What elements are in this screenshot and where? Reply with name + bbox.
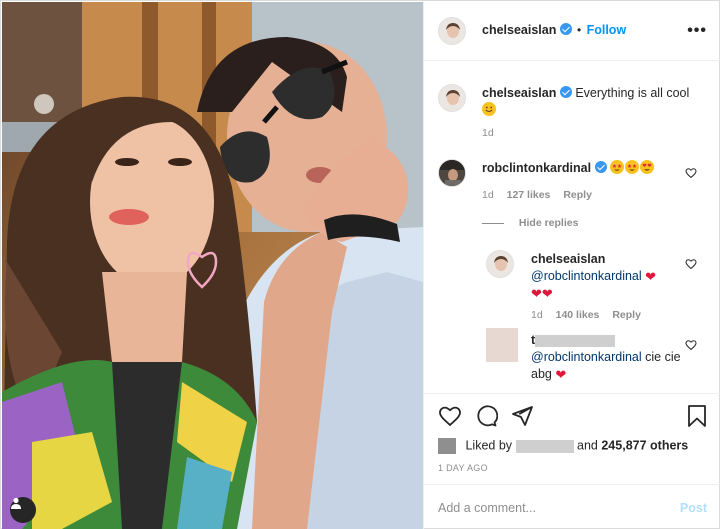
more-dots-icon: ••• [687, 22, 707, 39]
star-struck-emoji-icon [610, 160, 625, 174]
red-heart-emoji-icon: ❤ [555, 367, 567, 382]
liked-by-prefix: Liked by [465, 438, 513, 453]
comment-time[interactable]: 1d [482, 189, 494, 201]
verified-badge-icon [559, 23, 572, 35]
follow-separator: • [577, 23, 582, 37]
blurred-liker-name[interactable] [515, 439, 574, 453]
comment-bubble-icon[interactable] [474, 404, 498, 428]
reply-likes[interactable]: 140 likes [556, 309, 600, 321]
paper-plane-icon[interactable] [510, 404, 534, 428]
reply-like-heart-icon[interactable] [685, 258, 697, 270]
more-options-button[interactable]: ••• [687, 22, 707, 40]
reply-like-heart-icon[interactable] [685, 339, 697, 351]
header-user-line: chelseaislan • Follow [482, 23, 626, 37]
post-actions-bar: Liked by and 245,877 others 1 DAY AGO [424, 393, 720, 483]
comment-avatar[interactable] [438, 159, 466, 187]
avatar-image [439, 160, 465, 186]
reply-mention-link[interactable]: @robclintonkardinal [531, 350, 642, 364]
liked-by-conjunction: and [577, 438, 598, 453]
avatar-image [439, 85, 465, 111]
selfie-illustration [2, 2, 423, 529]
add-comment-bar: Add a comment... Post [424, 484, 720, 529]
blurred-avatar[interactable] [486, 328, 518, 362]
smiling-face-emoji-icon [482, 102, 496, 116]
header-username[interactable]: chelseaislan [482, 23, 556, 37]
bookmark-icon[interactable] [685, 404, 709, 428]
reply: t @robclintonkardinal cie cie abg ❤ [531, 332, 691, 383]
comment: robclintonkardinal [482, 160, 682, 177]
reply-meta: 1d 140 likes Reply [531, 309, 641, 321]
caption-time[interactable]: 1d [482, 127, 494, 139]
post-header: chelseaislan • Follow ••• [424, 2, 720, 61]
verified-badge-icon [559, 86, 572, 98]
liked-by-others[interactable]: 245,877 others [601, 438, 688, 452]
reply-mention-link[interactable]: @robclintonkardinal [531, 269, 642, 283]
post-side-panel: chelseaislan • Follow ••• chelseaislan E… [423, 2, 720, 529]
hide-replies-toggle[interactable]: Hide replies [482, 217, 578, 229]
avatar-image [439, 18, 465, 44]
comment-reply-button[interactable]: Reply [563, 189, 592, 201]
user-tag-icon [11, 497, 21, 509]
comments-section: chelseaislan Everything is all cool 1d r… [424, 62, 720, 392]
post-date[interactable]: 1 DAY AGO [438, 463, 488, 473]
comment-likes[interactable]: 127 likes [507, 189, 551, 201]
reply: chelseaislan @robclintonkardinal ❤ ❤❤ [531, 251, 691, 302]
instagram-post-frame: chelseaislan • Follow ••• chelseaislan E… [0, 0, 720, 529]
star-struck-emoji-icon [625, 160, 640, 174]
reply-avatar[interactable] [486, 250, 514, 278]
tag-people-button[interactable] [10, 497, 36, 523]
reply-time[interactable]: 1d [531, 309, 543, 321]
comment-username[interactable]: robclintonkardinal [482, 161, 591, 175]
comment-meta: 1d 127 likes Reply [482, 189, 592, 201]
heart-outline-icon[interactable] [438, 404, 462, 428]
red-heart-emoji-icon: ❤ [645, 269, 657, 284]
post-comment-button[interactable]: Post [680, 501, 707, 515]
avatar-image [487, 251, 513, 277]
caption-username[interactable]: chelseaislan [482, 86, 556, 100]
comment-like-heart-icon[interactable] [685, 167, 697, 179]
caption-text: Everything is all cool [575, 86, 690, 100]
hide-replies-line [482, 222, 504, 224]
hide-replies-label: Hide replies [518, 217, 579, 229]
heart-eyes-emoji-icon [640, 160, 655, 174]
avatar[interactable] [438, 17, 466, 45]
follow-button[interactable]: Follow [587, 23, 627, 37]
red-heart-emoji-icon: ❤ [531, 286, 542, 301]
liker-avatar[interactable] [438, 438, 456, 454]
post-photo[interactable] [2, 2, 423, 529]
caption-avatar[interactable] [438, 84, 466, 112]
comment-input[interactable]: Add a comment... [438, 501, 536, 515]
blurred-username [535, 334, 616, 347]
caption: chelseaislan Everything is all cool [482, 85, 707, 119]
reply-reply-button[interactable]: Reply [612, 309, 641, 321]
red-heart-emoji-icon: ❤ [541, 286, 553, 301]
verified-badge-icon [594, 161, 607, 173]
reply-username[interactable]: chelseaislan [531, 252, 605, 266]
liked-by-line: Liked by and 245,877 others [438, 438, 688, 454]
